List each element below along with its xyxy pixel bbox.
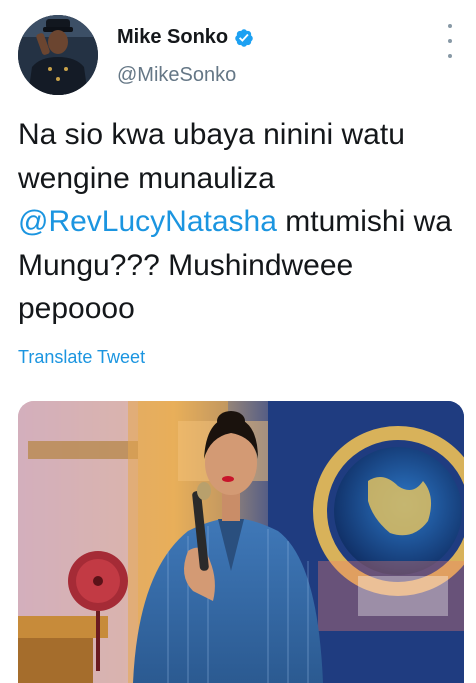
name-row: Mike Sonko xyxy=(117,26,254,49)
avatar[interactable] xyxy=(18,15,98,95)
tweet-media-image[interactable] xyxy=(18,401,464,683)
avatar-image xyxy=(18,15,98,95)
tweet-text: Na sio kwa ubaya ninini watu wengine mun… xyxy=(18,113,468,331)
mention-link[interactable]: @RevLucyNatasha xyxy=(18,205,277,238)
display-name[interactable]: Mike Sonko xyxy=(117,26,228,49)
more-options-icon[interactable] xyxy=(440,24,460,58)
media-photo xyxy=(18,401,464,683)
user-handle[interactable]: @MikeSonko xyxy=(117,64,236,87)
tweet-text-part: Na sio kwa ubaya ninini watu wengine mun… xyxy=(18,118,405,195)
verified-badge-icon xyxy=(235,28,253,47)
translate-tweet-link[interactable]: Translate Tweet xyxy=(18,347,145,368)
tweet-header: Mike Sonko @MikeSonko xyxy=(0,0,476,110)
